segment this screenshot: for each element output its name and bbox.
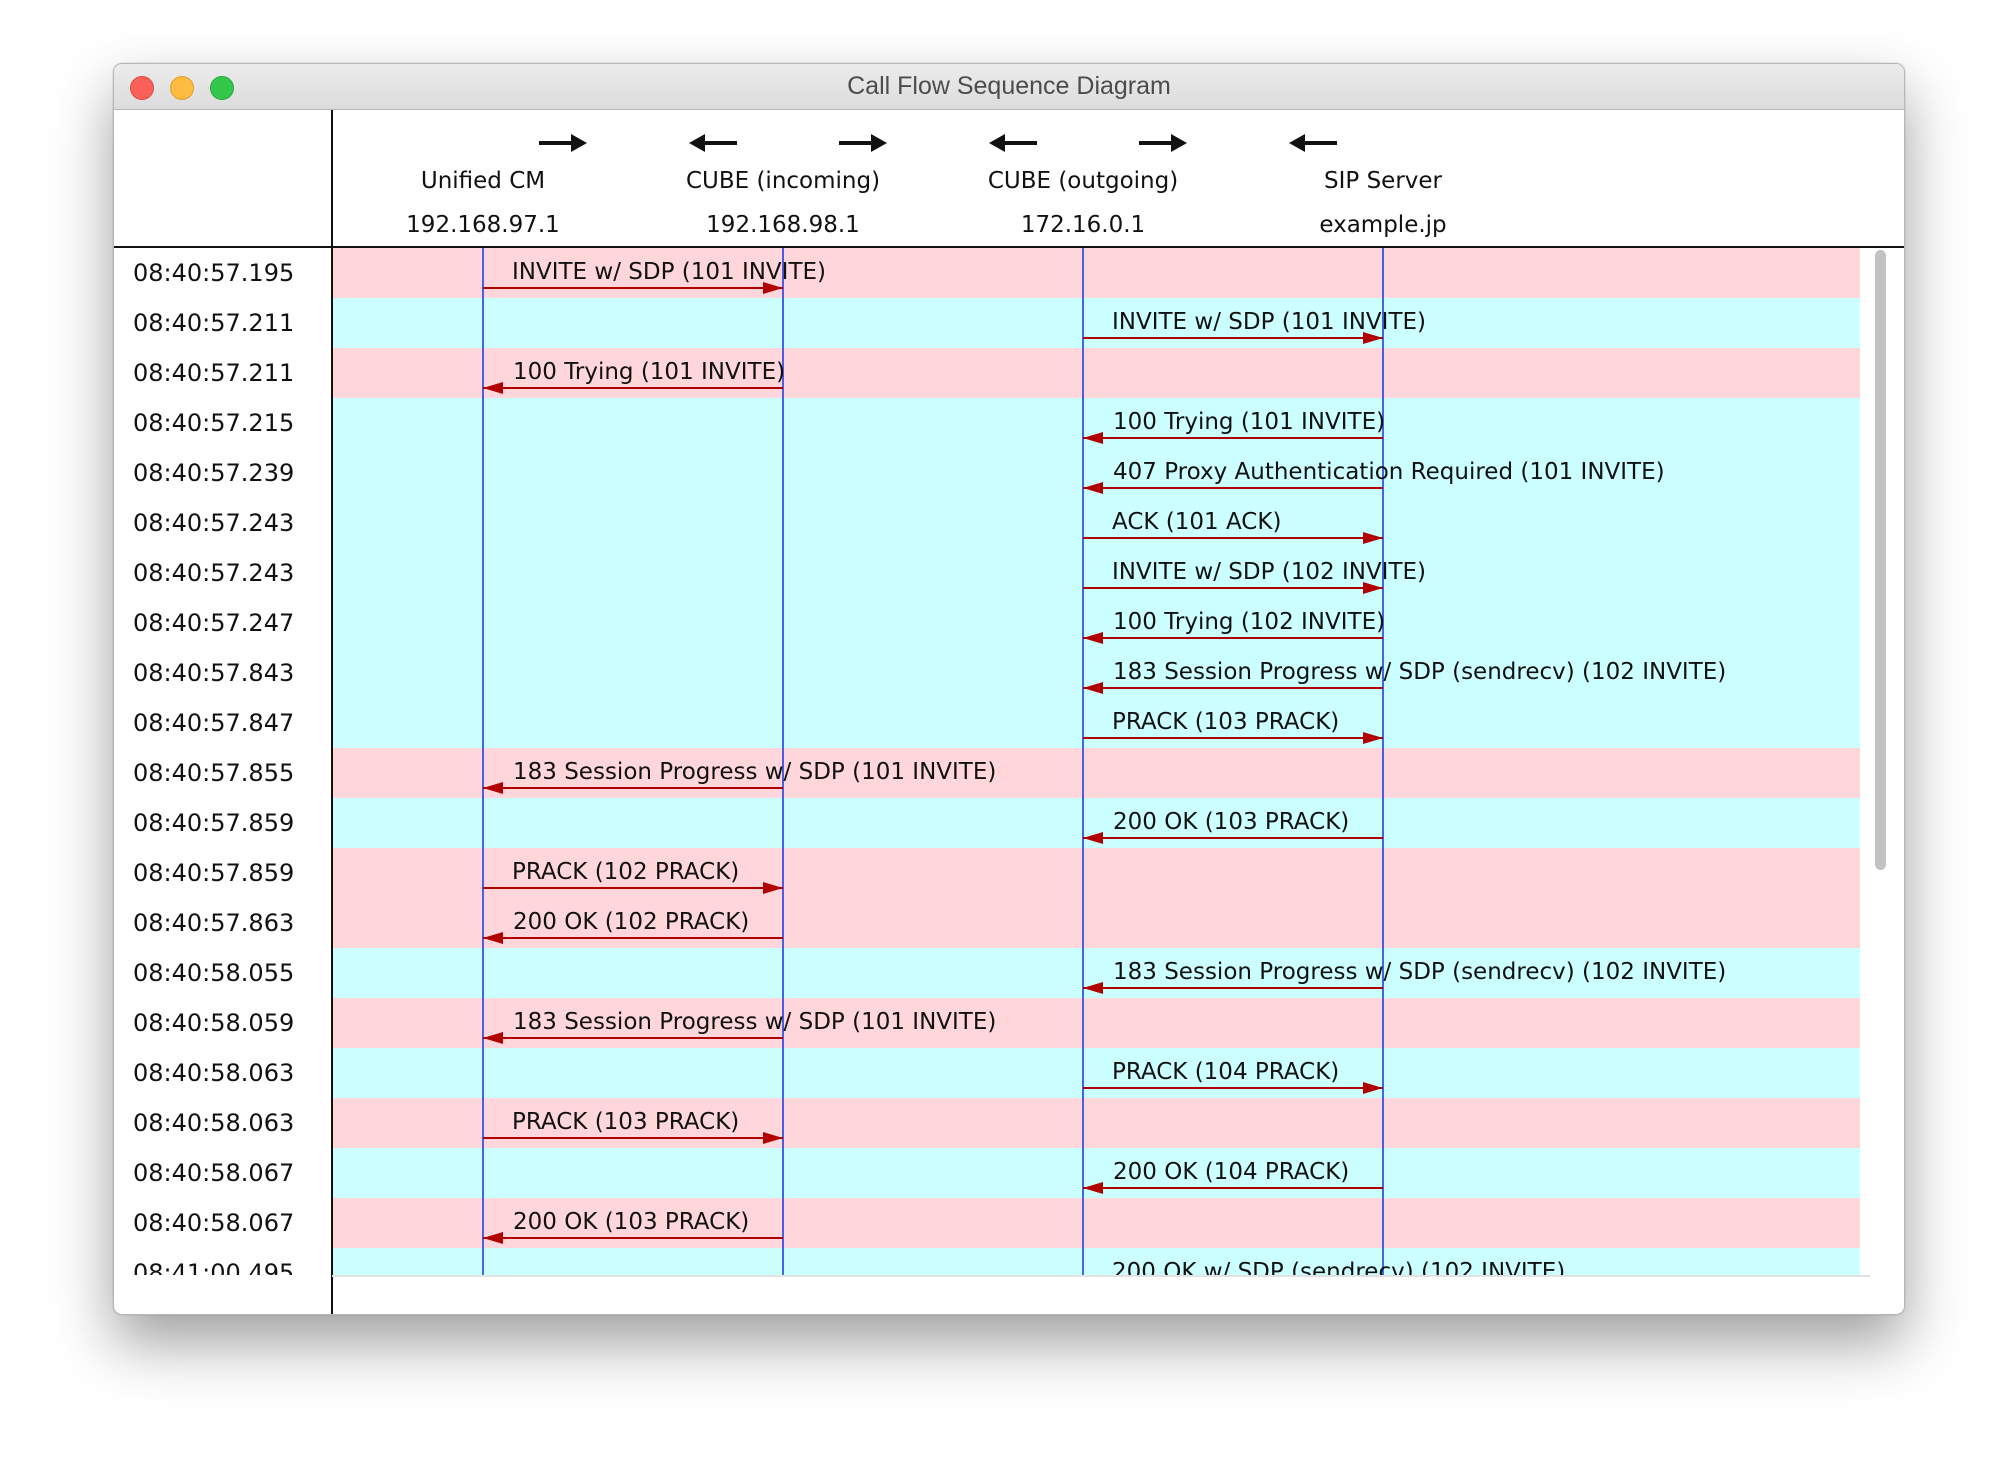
message-label: INVITE w/ SDP (101 INVITE) <box>1112 309 1426 335</box>
message-row-band[interactable] <box>333 1048 1860 1098</box>
participant-address: example.jp <box>1319 212 1446 238</box>
participant-address: 192.168.97.1 <box>406 212 560 238</box>
message-timestamp: 08:41:00.495 <box>133 1259 294 1287</box>
message-timestamp: 08:40:58.067 <box>133 1209 294 1237</box>
message-timestamp: 08:40:58.063 <box>133 1109 294 1137</box>
message-label: 200 OK (104 PRACK) <box>1113 1159 1349 1185</box>
message-timestamp: 08:40:57.247 <box>133 609 294 637</box>
participant-address: 172.16.0.1 <box>1021 212 1145 238</box>
message-timestamp: 08:40:57.243 <box>133 509 294 537</box>
message-label: PRACK (104 PRACK) <box>1112 1059 1339 1085</box>
message-timestamp: 08:40:57.859 <box>133 859 294 887</box>
message-label: 183 Session Progress w/ SDP (101 INVITE) <box>513 759 996 785</box>
participant-name: Unified CM <box>421 168 545 194</box>
message-label: 183 Session Progress w/ SDP (101 INVITE) <box>513 1009 996 1035</box>
message-timestamp: 08:40:58.067 <box>133 1159 294 1187</box>
message-row-band[interactable] <box>333 698 1860 748</box>
message-label: 200 OK w/ SDP (sendrecv) (102 INVITE) <box>1112 1259 1565 1285</box>
message-row-band[interactable] <box>333 598 1860 648</box>
direction-right-arrow-icon <box>539 134 587 152</box>
vertical-scrollbar-thumb[interactable] <box>1875 250 1886 870</box>
app-window: Call Flow Sequence Diagram Unified CM 192… <box>113 63 1905 1315</box>
message-label: PRACK (103 PRACK) <box>512 1109 739 1135</box>
participant-name: CUBE (incoming) <box>686 168 880 194</box>
message-label: 100 Trying (102 INVITE) <box>1113 609 1385 635</box>
sequence-diagram-canvas: Unified CM 192.168.97.1 CUBE (incoming) 192… <box>114 110 1904 1314</box>
message-label: 100 Trying (101 INVITE) <box>513 359 785 385</box>
title-bar[interactable]: Call Flow Sequence Diagram <box>114 64 1904 110</box>
message-timestamp: 08:40:57.243 <box>133 559 294 587</box>
direction-left-arrow-icon <box>689 134 737 152</box>
message-timestamp: 08:40:58.063 <box>133 1059 294 1087</box>
window-title: Call Flow Sequence Diagram <box>847 72 1171 100</box>
message-timestamp: 08:40:57.215 <box>133 409 294 437</box>
message-row-band[interactable] <box>333 798 1860 848</box>
message-timestamp: 08:40:57.847 <box>133 709 294 737</box>
direction-left-arrow-icon <box>989 134 1037 152</box>
message-timestamp: 08:40:57.195 <box>133 259 294 287</box>
message-timestamp: 08:40:57.211 <box>133 309 294 337</box>
participant-name: SIP Server <box>1324 168 1443 194</box>
message-label: 183 Session Progress w/ SDP (sendrecv) (… <box>1113 659 1726 685</box>
message-timestamp: 08:40:57.239 <box>133 459 294 487</box>
message-timestamp: 08:40:57.863 <box>133 909 294 937</box>
message-timestamp: 08:40:57.855 <box>133 759 294 787</box>
message-label: PRACK (102 PRACK) <box>512 859 739 885</box>
message-timestamp: 08:40:57.859 <box>133 809 294 837</box>
message-row-band[interactable] <box>333 548 1860 598</box>
message-row-band[interactable] <box>333 298 1860 348</box>
direction-right-arrow-icon <box>1139 134 1187 152</box>
message-label: 100 Trying (101 INVITE) <box>1113 409 1385 435</box>
message-timestamp: 08:40:57.211 <box>133 359 294 387</box>
message-label: 183 Session Progress w/ SDP (sendrecv) (… <box>1113 959 1726 985</box>
direction-right-arrow-icon <box>839 134 887 152</box>
message-timestamp: 08:40:58.059 <box>133 1009 294 1037</box>
message-label: INVITE w/ SDP (102 INVITE) <box>1112 559 1426 585</box>
participant-name: CUBE (outgoing) <box>988 168 1178 194</box>
message-label: INVITE w/ SDP (101 INVITE) <box>512 259 826 285</box>
message-label: 200 OK (103 PRACK) <box>513 1209 749 1235</box>
message-label: ACK (101 ACK) <box>1112 509 1281 535</box>
message-row-band[interactable] <box>333 498 1860 548</box>
participant-address: 192.168.98.1 <box>706 212 860 238</box>
message-row-band[interactable] <box>333 1248 1860 1298</box>
message-row-band[interactable] <box>333 398 1860 448</box>
message-label: 200 OK (103 PRACK) <box>1113 809 1349 835</box>
sequence-diagram-view: Unified CM 192.168.97.1 CUBE (incoming) 192… <box>114 110 1904 1314</box>
message-timestamp: 08:40:57.843 <box>133 659 294 687</box>
message-label: PRACK (103 PRACK) <box>1112 709 1339 735</box>
message-label: 407 Proxy Authentication Required (101 I… <box>1113 459 1665 485</box>
message-timestamp: 08:40:58.055 <box>133 959 294 987</box>
message-label: 200 OK (102 PRACK) <box>513 909 749 935</box>
message-row-band[interactable] <box>333 1148 1860 1198</box>
message-list[interactable]: 08:40:57.195 INVITE w/ SDP (101 INVITE) 08… <box>133 248 1860 1298</box>
direction-left-arrow-icon <box>1289 134 1337 152</box>
